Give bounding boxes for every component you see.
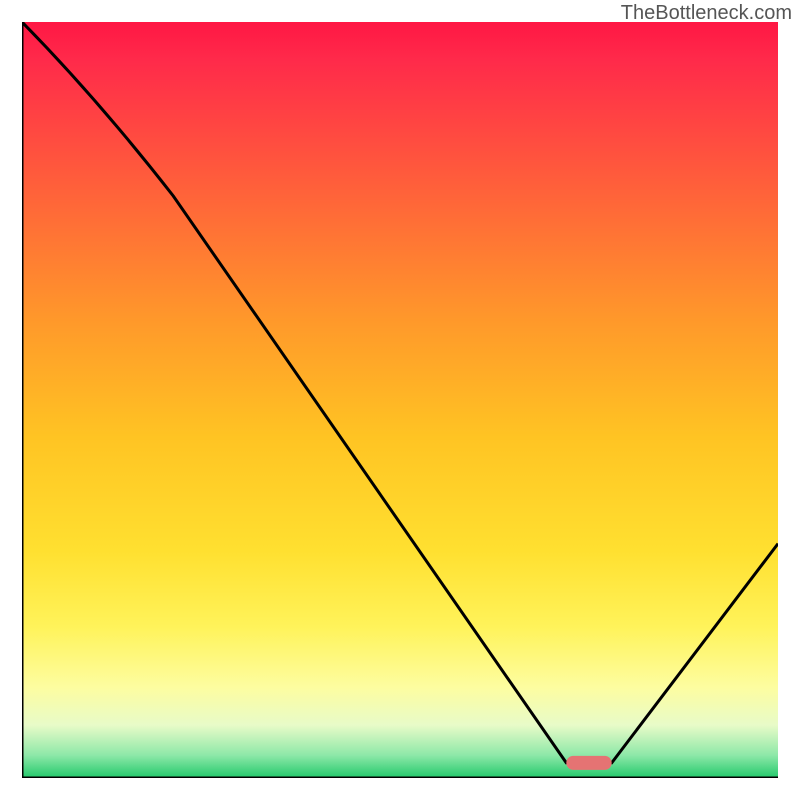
- watermark-text: TheBottleneck.com: [621, 2, 792, 25]
- bottleneck-chart: [22, 22, 778, 778]
- gradient-background: [22, 22, 778, 778]
- chart-svg: [22, 22, 778, 778]
- optimal-marker: [566, 756, 611, 770]
